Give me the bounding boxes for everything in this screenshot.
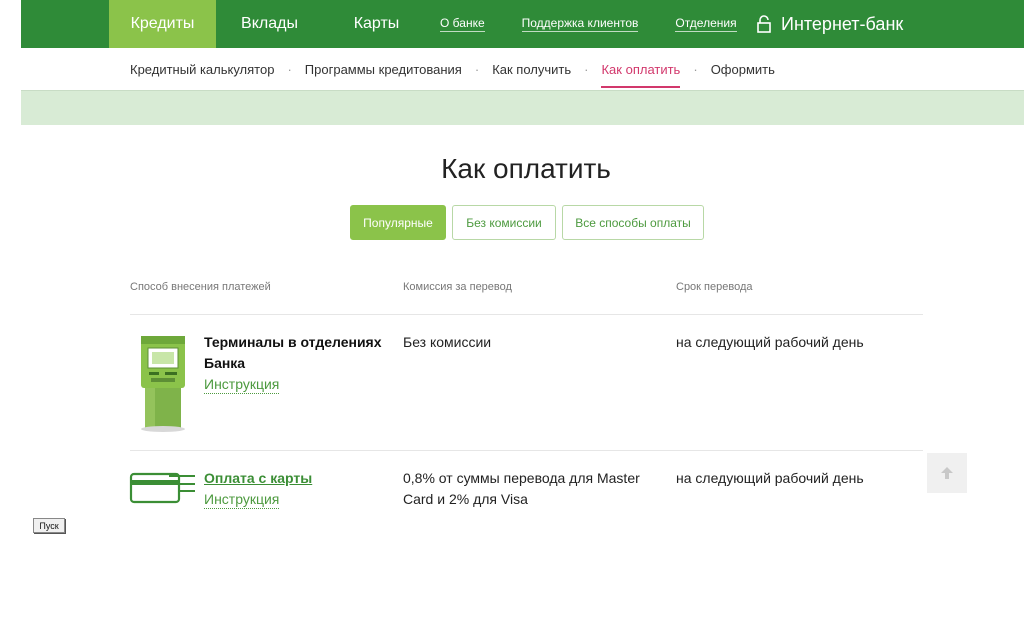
banner-band — [21, 90, 1024, 125]
filter-popular-button[interactable]: Популярные — [350, 205, 446, 240]
subnav-how-to-pay[interactable]: Как оплатить — [601, 48, 680, 90]
column-header-term: Срок перевода — [676, 281, 753, 293]
commission-value: Без комиссии — [403, 334, 492, 350]
header-links: О банке Поддержка клиентов Отделения — [440, 0, 774, 48]
link-about-bank[interactable]: О банке — [440, 16, 485, 32]
tab-credits[interactable]: Кредиты — [109, 0, 216, 48]
link-customer-support[interactable]: Поддержка клиентов — [521, 16, 639, 32]
term-value: на следующий рабочий день — [676, 334, 864, 350]
term-value: на следующий рабочий день — [676, 470, 864, 486]
filter-all-methods-button[interactable]: Все способы оплаты — [562, 205, 704, 240]
card-payment-link[interactable]: Оплата с карты — [204, 468, 312, 489]
bank-card-icon — [129, 472, 195, 504]
subnav-separator: · — [693, 61, 698, 77]
lock-icon — [757, 15, 771, 33]
column-header-commission: Комиссия за перевод — [403, 281, 512, 293]
main-nav: Кредиты Вклады Карты — [109, 0, 430, 48]
row-divider — [130, 450, 923, 451]
sub-nav: Кредитный калькулятор · Программы кредит… — [130, 48, 775, 90]
subnav-credit-programs[interactable]: Программы кредитования — [305, 48, 462, 90]
subnav-credit-calculator[interactable]: Кредитный калькулятор — [130, 48, 274, 90]
scroll-to-top-button[interactable] — [927, 453, 967, 493]
subnav-separator: · — [584, 61, 589, 77]
subnav-separator: · — [474, 61, 480, 77]
row-divider — [130, 314, 923, 315]
method-title-line2: Банка — [204, 355, 246, 371]
commission-value: 0,8% от суммы перевода для Master — [403, 470, 640, 486]
arrow-up-icon — [941, 467, 953, 479]
page-title: Как оплатить — [441, 153, 611, 184]
instruction-link[interactable]: Инструкция — [204, 491, 280, 509]
filter-no-commission-button[interactable]: Без комиссии — [452, 205, 556, 240]
column-header-method: Способ внесения платежей — [130, 281, 271, 293]
atm-terminal-icon — [141, 336, 185, 432]
internet-bank-label: Интернет-банк — [781, 13, 904, 34]
tab-cards[interactable]: Карты — [323, 0, 430, 48]
subnav-how-to-get[interactable]: Как получить — [492, 48, 571, 90]
method-title: Терминалы в отделениях — [204, 334, 382, 350]
start-button[interactable]: Пуск — [33, 518, 65, 533]
subnav-apply[interactable]: Оформить — [711, 48, 775, 90]
link-branches[interactable]: Отделения — [675, 16, 737, 32]
subnav-separator: · — [287, 61, 292, 77]
filter-group: Популярные Без комиссии Все способы опла… — [350, 205, 710, 240]
commission-value-line2: Card и 2% для Visa — [403, 491, 528, 507]
instruction-link[interactable]: Инструкция — [204, 376, 280, 394]
internet-bank-button[interactable]: Интернет-банк — [757, 0, 903, 48]
tab-deposits[interactable]: Вклады — [216, 0, 323, 48]
